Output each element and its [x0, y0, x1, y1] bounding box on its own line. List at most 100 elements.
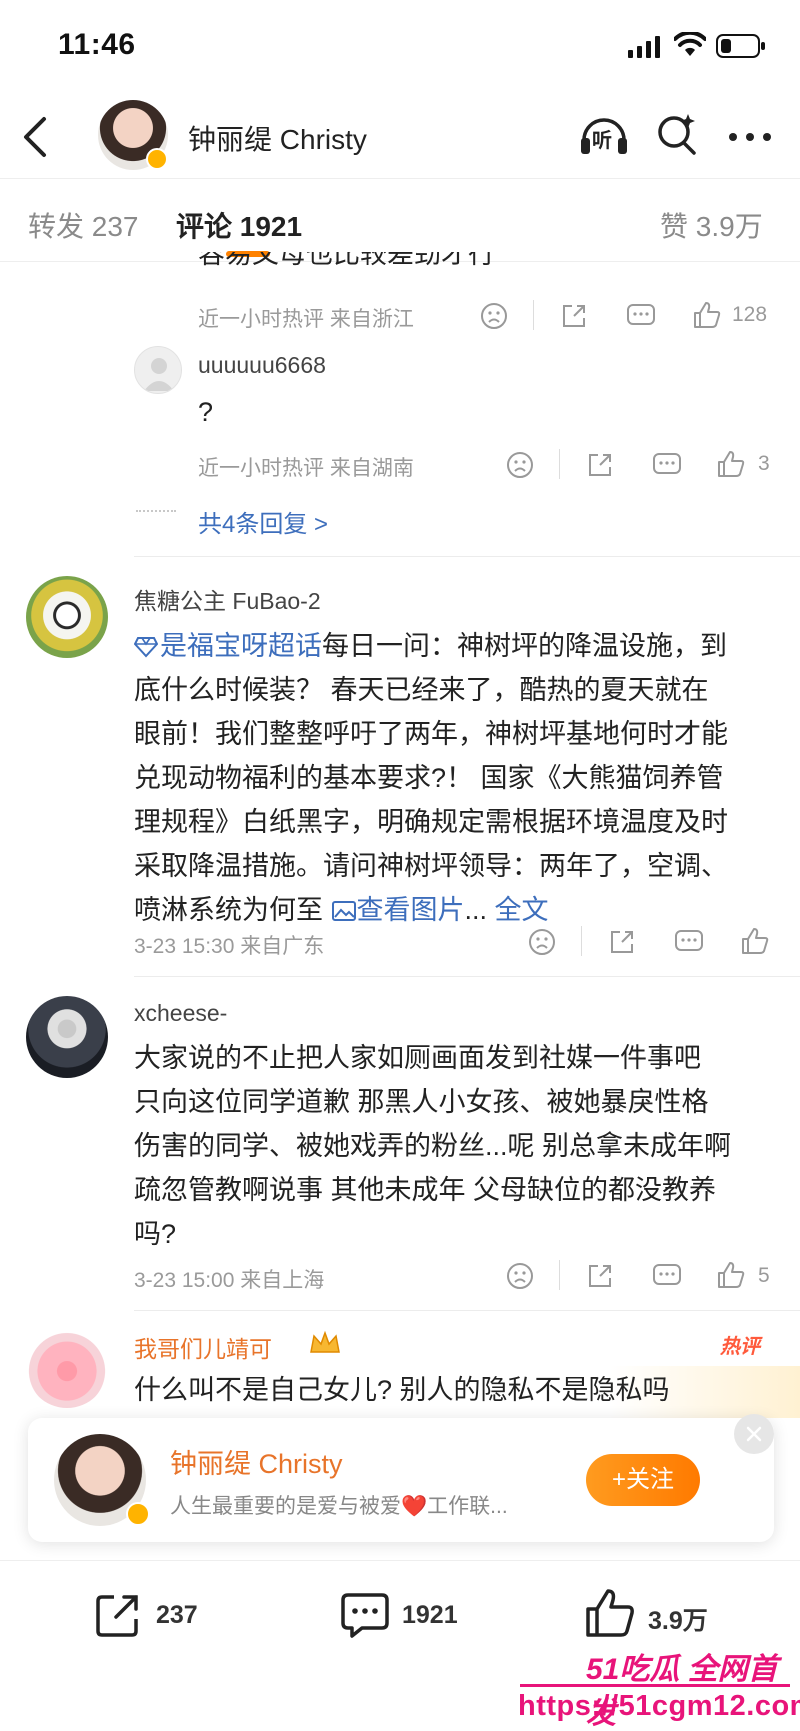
like-count: 5	[758, 1264, 770, 1287]
crown-icon	[308, 1330, 342, 1356]
listen-label: 听	[592, 130, 612, 152]
like-count: 128	[732, 303, 768, 326]
image-icon	[331, 900, 357, 922]
like-count: 3	[758, 452, 770, 475]
search-icon[interactable]	[656, 112, 698, 156]
comment-partial-text: 容易父母也比较差劲才行	[198, 252, 495, 269]
repost-icon[interactable]	[94, 1591, 142, 1639]
verified-badge-icon	[126, 1502, 150, 1526]
watermark-url: https://51cgm12.com	[518, 1690, 800, 1722]
comment-username[interactable]: 我哥们儿靖可	[134, 1330, 272, 1364]
follow-card-bio: 人生最重要的是爱与被爱❤️工作联...	[170, 1495, 508, 1518]
like-icon[interactable]	[716, 1260, 746, 1290]
comment-line-text: 每日一问：神树坪的降温设施，到	[322, 631, 727, 661]
divider	[134, 1310, 800, 1311]
comment-line: 伤害的同学、被她戏弄的粉丝...呢 别总拿未成年啊	[134, 1131, 732, 1161]
comment-icon[interactable]	[340, 1591, 390, 1639]
comment-line: 底什么时候装？ 春天已经来了，酷热的夏天就在	[134, 675, 709, 705]
comment-meta: 3-23 15:00 来自上海	[134, 1269, 325, 1292]
profile-header: 钟丽缇 Christy 听	[0, 96, 800, 178]
comment-line: 吗?	[134, 1219, 177, 1249]
reply-text: ?	[198, 397, 214, 427]
share-icon[interactable]	[586, 451, 614, 479]
listen-button[interactable]: 听	[578, 110, 630, 158]
comment-icon[interactable]	[652, 1262, 682, 1290]
like-icon[interactable]	[584, 1587, 636, 1639]
comment-line: 是福宝呀超话每日一问：神树坪的降温设施，到	[134, 624, 784, 668]
comment-line: 采取降温措施。请问神树坪领导：两年了，空调、	[134, 851, 728, 881]
divider	[533, 300, 534, 330]
comment-line: 什么叫不是自己女儿? 别人的隐私不是隐私吗	[134, 1375, 670, 1405]
comment-icon[interactable]	[626, 302, 656, 330]
comment-line-text: 喷淋系统为何至	[134, 895, 323, 925]
signal-icon	[628, 36, 662, 58]
battery-icon	[716, 34, 766, 58]
comment-line: 理规程》白纸黑字，明确规定需根据环境温度及时	[134, 807, 728, 837]
view-pictures-link[interactable]: 查看图片	[357, 895, 465, 925]
reply-meta: 近一小时热评 来自湖南	[198, 457, 414, 480]
share-icon[interactable]	[586, 1262, 614, 1290]
tab-comments[interactable]: 评论 1921	[176, 205, 302, 245]
comment-body: 大家说的不止把人家如厕画面发到社媒一件事吧 只向这位同学道歉 那黑人小女孩、被她…	[134, 1036, 784, 1256]
close-card-button[interactable]	[734, 1414, 774, 1454]
dislike-icon[interactable]	[480, 302, 508, 330]
like-icon[interactable]	[692, 300, 722, 330]
reply-username[interactable]: uuuuuu6668	[198, 352, 326, 379]
full-text-link[interactable]: 全文	[495, 895, 549, 925]
comment-username[interactable]: xcheese-	[134, 1000, 227, 1027]
ellipsis: ...	[464, 895, 488, 925]
comment-line: 大家说的不止把人家如厕画面发到社媒一件事吧	[134, 1043, 701, 1073]
dotted-line	[136, 510, 176, 512]
dislike-icon[interactable]	[506, 1262, 534, 1290]
repost-count[interactable]: 237	[156, 1601, 198, 1630]
share-icon[interactable]	[608, 928, 636, 956]
dislike-icon[interactable]	[506, 451, 534, 479]
back-icon[interactable]	[22, 116, 48, 158]
avatar[interactable]	[134, 346, 182, 394]
wifi-icon	[674, 32, 706, 58]
tab-bar: 转发 237 评论 1921 赞 3.9万	[0, 178, 800, 262]
avatar[interactable]	[26, 576, 108, 658]
comment-line: 喷淋系统为何至 查看图片... 全文	[134, 888, 784, 932]
avatar[interactable]	[26, 996, 108, 1078]
comment-icon[interactable]	[652, 451, 682, 479]
more-replies-link[interactable]: 共4条回复 >	[198, 504, 328, 539]
divider	[581, 926, 582, 956]
comment-meta: 3-23 15:30 来自广东	[134, 935, 325, 958]
profile-name[interactable]: 钟丽缇 Christy	[188, 118, 367, 158]
comment-meta: 近一小时热评 来自浙江	[198, 308, 414, 331]
like-icon[interactable]	[740, 926, 770, 956]
tab-likes[interactable]: 赞 3.9万	[660, 205, 763, 245]
comment-line: 疏忽管教啊说事 其他未成年 父母缺位的都没教养	[134, 1175, 717, 1205]
status-bar: 11:46	[0, 0, 800, 96]
watermark: 51吃瓜 全网首发 https://51cgm12.com	[490, 1640, 800, 1730]
comment-line: 眼前！我们整整呼吁了两年，神树坪基地何时才能	[134, 719, 728, 749]
watermark-rule	[520, 1684, 790, 1687]
verified-badge-icon	[146, 148, 168, 170]
divider	[134, 976, 800, 977]
comment-icon[interactable]	[674, 928, 704, 956]
topic-link[interactable]: 是福宝呀超话	[160, 631, 322, 661]
comment-partial: 容易父母也比较差劲才行	[198, 252, 798, 278]
tab-reposts[interactable]: 转发 237	[28, 205, 139, 245]
comment-username[interactable]: 焦糖公主 FuBao-2	[134, 582, 321, 616]
hot-comment-badge: 热评	[720, 1336, 760, 1358]
like-count[interactable]: 3.9万	[648, 1601, 708, 1637]
topic-icon	[134, 636, 158, 658]
follow-button[interactable]: +关注	[586, 1454, 700, 1506]
like-icon[interactable]	[716, 449, 746, 479]
more-icon[interactable]	[728, 132, 772, 142]
status-time: 11:46	[58, 28, 136, 61]
comment-body: 是福宝呀超话每日一问：神树坪的降温设施，到 底什么时候装？ 春天已经来了，酷热的…	[134, 624, 784, 932]
divider	[134, 556, 800, 557]
follow-card: 钟丽缇 Christy 人生最重要的是爱与被爱❤️工作联... +关注	[28, 1418, 774, 1542]
dislike-icon[interactable]	[528, 928, 556, 956]
divider	[559, 449, 560, 479]
follow-card-name[interactable]: 钟丽缇 Christy	[170, 1442, 343, 1481]
comment-count[interactable]: 1921	[402, 1601, 458, 1630]
share-icon[interactable]	[560, 302, 588, 330]
divider	[559, 1260, 560, 1290]
comment-line: 兑现动物福利的基本要求?！ 国家《大熊猫饲养管	[134, 763, 724, 793]
comment-line: 只向这位同学道歉 那黑人小女孩、被她暴戾性格	[134, 1087, 709, 1117]
avatar[interactable]	[26, 1326, 108, 1408]
